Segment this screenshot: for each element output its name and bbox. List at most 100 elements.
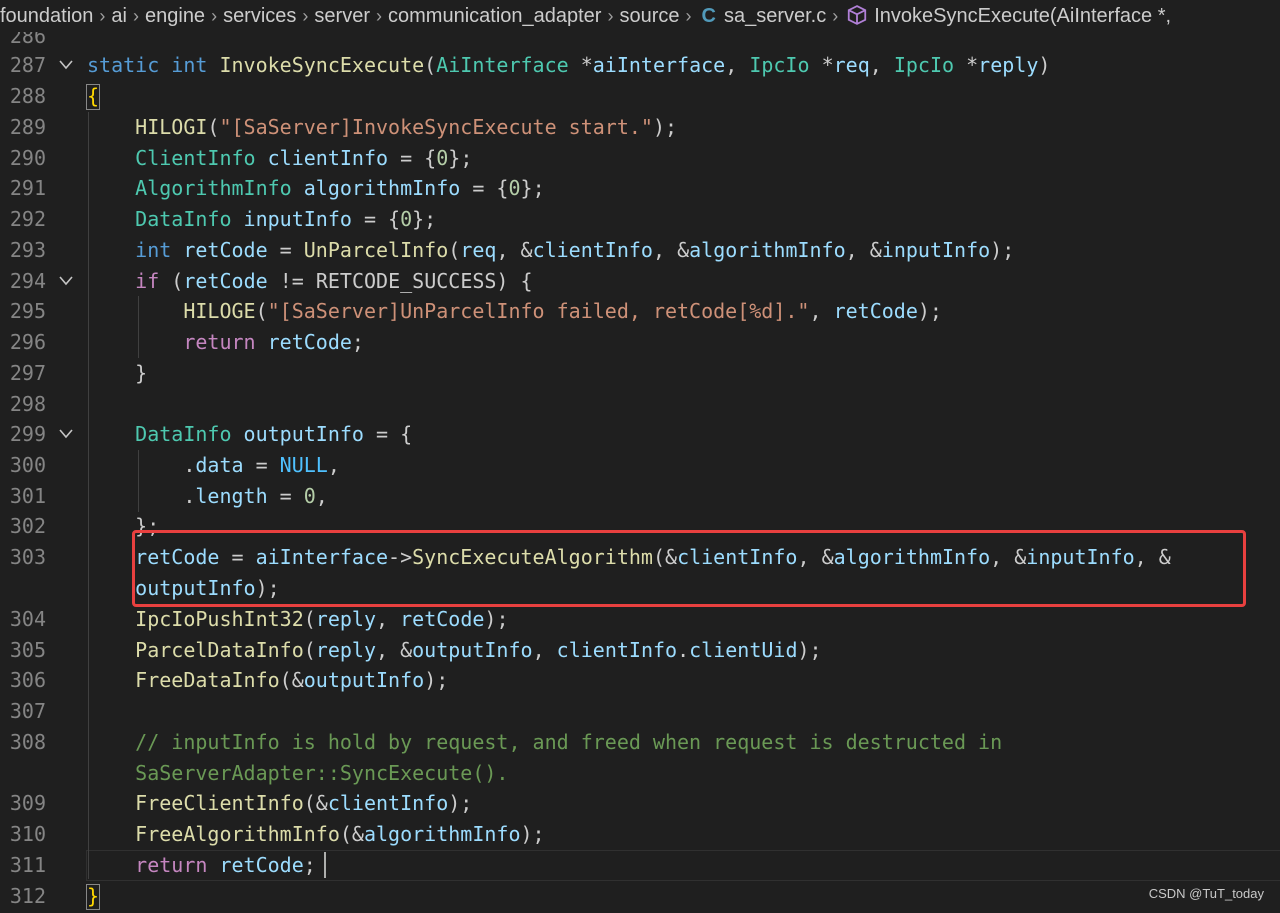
line-number: 305 bbox=[9, 638, 46, 662]
code-token: retCode bbox=[219, 853, 304, 877]
code-text: return retCode; bbox=[87, 850, 316, 881]
code-text: FreeClientInfo(&clientInfo); bbox=[87, 788, 472, 819]
code-line[interactable]: 293 int retCode = UnParcelInfo(req, &cli… bbox=[0, 235, 1280, 266]
code-line[interactable]: 312} bbox=[0, 881, 1280, 912]
code-text: HILOGE("[SaServer]UnParcelInfo failed, r… bbox=[87, 296, 942, 327]
code-line[interactable]: 306 FreeDataInfo(&outputInfo); bbox=[0, 665, 1280, 696]
code-line[interactable]: 298 bbox=[0, 389, 1280, 420]
code-token: } bbox=[87, 361, 148, 385]
line-number: 306 bbox=[9, 668, 46, 692]
chevron-right-icon: › bbox=[832, 6, 839, 26]
line-number: 311 bbox=[9, 853, 46, 877]
code-token: = { bbox=[388, 146, 437, 170]
line-number: 292 bbox=[9, 207, 46, 231]
fold-chevron-down-icon[interactable] bbox=[58, 428, 74, 440]
code-line[interactable]: 289 HILOGI("[SaServer]InvokeSyncExecute … bbox=[0, 112, 1280, 143]
code-token: int bbox=[171, 53, 208, 77]
code-token: , bbox=[869, 53, 894, 77]
breadcrumb-item[interactable]: services bbox=[223, 5, 296, 27]
code-line[interactable]: 305 ParcelDataInfo(reply, &outputInfo, c… bbox=[0, 635, 1280, 666]
code-token: length bbox=[195, 484, 268, 508]
chevron-right-icon: › bbox=[376, 6, 382, 26]
code-token: ; bbox=[351, 330, 364, 354]
code-line[interactable]: 295 HILOGE("[SaServer]UnParcelInfo faile… bbox=[0, 296, 1280, 327]
code-line[interactable]: 288{ bbox=[0, 81, 1280, 112]
code-token: . bbox=[87, 484, 196, 508]
code-line[interactable]: 296 return retCode; bbox=[0, 327, 1280, 358]
code-text: IpcIoPushInt32(reply, retCode); bbox=[87, 604, 509, 635]
breadcrumb-item[interactable]: server bbox=[314, 5, 370, 27]
code-token: }; bbox=[412, 207, 437, 231]
code-text: if (retCode != RETCODE_SUCCESS) { bbox=[87, 266, 532, 297]
breadcrumb: foundation › ai › engine › services › server › com… bbox=[0, 0, 1280, 32]
code-editor[interactable]: 286 287 static int InvokeSyncExecute(AiInt… bbox=[0, 0, 1280, 913]
code-line[interactable]: 300 .data = NULL, bbox=[0, 450, 1280, 481]
code-token: ( bbox=[207, 115, 220, 139]
code-token: ( bbox=[159, 269, 184, 293]
code-token: IpcIo bbox=[749, 53, 810, 77]
code-line[interactable]: 290 ClientInfo clientInfo = {0}; bbox=[0, 143, 1280, 174]
code-line[interactable]: 310 FreeAlgorithmInfo(&algorithmInfo); bbox=[0, 819, 1280, 850]
line-number: 296 bbox=[9, 330, 46, 354]
breadcrumb-symbol[interactable]: InvokeSyncExecute(AiInterface *, bbox=[874, 5, 1171, 27]
code-line[interactable]: SaServerAdapter::SyncExecute(). bbox=[0, 758, 1280, 789]
code-token: ( bbox=[424, 53, 437, 77]
code-token: , bbox=[809, 299, 834, 323]
code-token: = bbox=[243, 453, 280, 477]
code-text: .data = NULL, bbox=[87, 450, 340, 481]
breadcrumb-item[interactable]: source bbox=[619, 5, 679, 27]
line-number: 291 bbox=[9, 176, 46, 200]
line-number: 308 bbox=[9, 730, 46, 754]
code-token: "[SaServer]UnParcelInfo failed, retCode[… bbox=[267, 299, 810, 323]
line-number: 312 bbox=[9, 884, 46, 908]
code-line[interactable]: 311 return retCode; bbox=[0, 850, 1280, 881]
method-cube-icon bbox=[848, 5, 867, 25]
code-line[interactable]: 304 IpcIoPushInt32(reply, retCode); bbox=[0, 604, 1280, 635]
code-token: ); bbox=[484, 607, 509, 631]
code-line[interactable]: 287 static int InvokeSyncExecute(AiInterf… bbox=[0, 50, 1280, 81]
code-line[interactable]: 291 AlgorithmInfo algorithmInfo = {0}; bbox=[0, 173, 1280, 204]
code-line[interactable]: 299 DataInfo outputInfo = { bbox=[0, 419, 1280, 450]
text-cursor bbox=[324, 852, 326, 878]
c-file-icon: C bbox=[701, 5, 716, 27]
breadcrumb-item[interactable]: foundation bbox=[0, 5, 93, 27]
code-line[interactable]: 308 // inputInfo is hold by request, and… bbox=[0, 727, 1280, 758]
code-text: int retCode = UnParcelInfo(req, &clientI… bbox=[87, 235, 1014, 266]
code-token: * bbox=[809, 53, 834, 77]
code-line[interactable]: 307 bbox=[0, 696, 1280, 727]
breadcrumb-file[interactable]: sa_server.c bbox=[724, 5, 826, 27]
chevron-right-icon: › bbox=[211, 6, 218, 26]
code-line[interactable]: 294 if (retCode != RETCODE_SUCCESS) { bbox=[0, 266, 1280, 297]
code-token: ); bbox=[520, 822, 545, 846]
code-text: ParcelDataInfo(reply, &outputInfo, clien… bbox=[87, 635, 821, 666]
code-token: = { bbox=[351, 207, 401, 231]
line-number: 299 bbox=[9, 422, 46, 446]
breadcrumb-item[interactable]: ai bbox=[111, 5, 127, 27]
code-text: AlgorithmInfo algorithmInfo = {0}; bbox=[87, 173, 544, 204]
code-token: ( bbox=[303, 638, 316, 662]
code-line[interactable]: 297 } bbox=[0, 358, 1280, 389]
fold-chevron-down-icon[interactable] bbox=[58, 59, 74, 71]
code-line[interactable]: 309 FreeClientInfo(&clientInfo); bbox=[0, 788, 1280, 819]
line-number: 297 bbox=[9, 361, 46, 385]
fold-chevron-down-icon[interactable] bbox=[58, 275, 74, 287]
code-line[interactable]: 292 DataInfo inputInfo = {0}; bbox=[0, 204, 1280, 235]
code-line[interactable]: 301 .length = 0, bbox=[0, 481, 1280, 512]
breadcrumb-item[interactable]: communication_adapter bbox=[388, 5, 601, 27]
breadcrumb-item[interactable]: engine bbox=[145, 5, 205, 27]
code-token: FreeDataInfo bbox=[135, 668, 280, 692]
code-token: * bbox=[954, 53, 979, 77]
code-token: reply bbox=[315, 607, 377, 631]
code-token: , & bbox=[845, 238, 882, 262]
code-token: ); bbox=[448, 791, 473, 815]
code-text: static int InvokeSyncExecute(AiInterface… bbox=[87, 50, 1050, 81]
code-token: retCode bbox=[833, 299, 918, 323]
